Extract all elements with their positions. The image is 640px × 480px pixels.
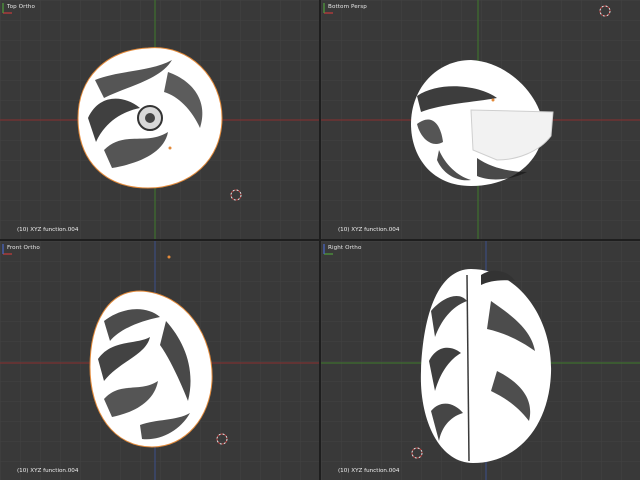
viewport-canvas <box>0 241 319 480</box>
viewport-front-ortho[interactable]: Front Ortho (10) XYZ function.004 <box>0 241 319 480</box>
viewport-info: (10) XYZ function.004 <box>17 227 79 233</box>
viewport-top-ortho[interactable]: Top Ortho (10) XYZ function.004 <box>0 0 319 239</box>
viewport-info: (10) XYZ function.004 <box>17 468 79 474</box>
viewport-info: (10) XYZ function.004 <box>338 227 400 233</box>
axis-gizmo-icon <box>2 3 12 14</box>
viewport-canvas <box>321 0 640 239</box>
viewport-canvas <box>0 0 319 239</box>
viewport-bottom-persp[interactable]: Bottom Persp (10) XYZ function.004 <box>321 0 640 239</box>
mesh-object[interactable] <box>77 47 223 189</box>
axis-gizmo-icon <box>323 244 333 255</box>
viewport-canvas <box>321 241 640 480</box>
axis-gizmo-icon <box>323 3 333 14</box>
viewport-right-ortho[interactable]: Right Ortho (10) XYZ function.004 <box>321 241 640 480</box>
viewport-info: (10) XYZ function.004 <box>338 468 400 474</box>
quad-view: Top Ortho (10) XYZ function.004 Bottom P… <box>0 0 640 480</box>
axis-gizmo-icon <box>2 244 12 255</box>
